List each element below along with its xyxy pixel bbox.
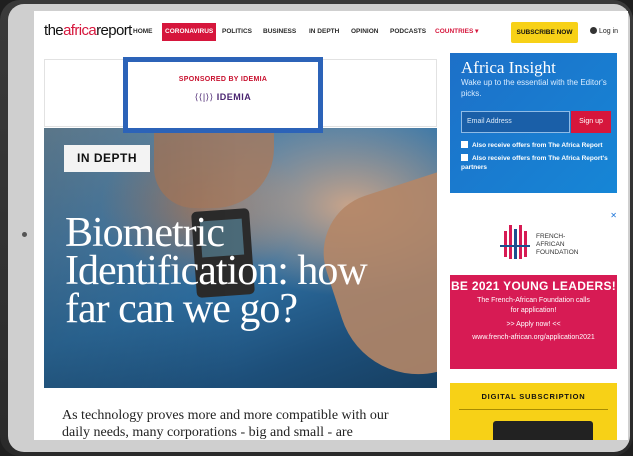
tablet-image: [493, 421, 593, 440]
ad-cta[interactable]: >> Apply now! <<: [450, 320, 617, 330]
digital-subscription-box[interactable]: DIGITAL SUBSCRIPTION: [450, 383, 617, 440]
user-icon: [590, 27, 597, 34]
nav-politics[interactable]: POLITICS: [222, 23, 252, 41]
nav-coronavirus[interactable]: CORONAVIRUS: [162, 23, 217, 41]
hero-image[interactable]: IN DEPTH Biometric Identification: how f…: [44, 128, 437, 388]
partner-offers-label: Also receive offers from The Africa Repo…: [461, 155, 608, 171]
ad-line-2: for application!: [510, 307, 557, 314]
login-label: Log in: [599, 28, 619, 35]
top-navigation: theafricareport HOME CORONAVIRUS POLITIC…: [34, 11, 628, 51]
idemia-mark-icon: ⟨⟨|⟩⟩: [194, 92, 214, 102]
ad-headline: BE 2021 YOUNG LEADERS!: [450, 279, 617, 293]
nav-business[interactable]: BUSINESS: [263, 23, 296, 41]
partner-offers-checkbox-row[interactable]: Also receive offers from The Africa Repo…: [461, 154, 611, 172]
sponsor-label: SPONSORED BY IDEMIA: [178, 76, 268, 83]
idemia-text: IDEMIA: [216, 92, 252, 102]
foundation-name: FRENCH- AFRICAN FOUNDATION: [536, 233, 579, 256]
sponsor-highlight-box: SPONSORED BY IDEMIA ⟨⟨|⟩⟩ IDEMIA: [123, 57, 323, 133]
article-teaser: As technology proves more and more compa…: [62, 408, 389, 440]
ad-banner[interactable]: BE 2021 YOUNG LEADERS! The French-Africa…: [450, 275, 617, 369]
signup-button[interactable]: Sign up: [571, 111, 611, 133]
nav-in-depth[interactable]: IN DEPTH: [309, 23, 339, 41]
site-logo[interactable]: theafricareport: [44, 22, 132, 39]
checkbox-icon[interactable]: [461, 154, 468, 161]
offers-checkbox-row[interactable]: Also receive offers from The Africa Repo…: [461, 141, 611, 150]
logo-report: report: [96, 22, 132, 39]
logo-the: the: [44, 22, 64, 39]
newsletter-title: Africa Insight: [461, 58, 556, 77]
checkbox-icon[interactable]: [461, 141, 468, 148]
section-badge: IN DEPTH: [64, 145, 150, 172]
nav-opinion[interactable]: OPINION: [351, 23, 378, 41]
newsletter-subtitle: Wake up to the essential with the Editor…: [461, 78, 607, 98]
ad-line-1: The French-African Foundation calls: [477, 297, 590, 304]
camera-icon: [22, 232, 27, 237]
advertisement[interactable]: ✕ FRENCH- AFRICAN FOUNDATION BE 2021 YOU…: [450, 211, 617, 371]
device-frame: theafricareport HOME CORONAVIRUS POLITIC…: [0, 0, 633, 456]
nav-home[interactable]: HOME: [133, 23, 153, 41]
article-title[interactable]: Biometric Identification: how far can we…: [65, 212, 395, 330]
email-field[interactable]: Email Address: [461, 111, 570, 133]
ad-url[interactable]: www.french-african.org/application2021: [450, 333, 617, 343]
idemia-logo[interactable]: ⟨⟨|⟩⟩ IDEMIA: [128, 92, 318, 103]
login-link[interactable]: Log in: [590, 23, 618, 41]
offers-label: Also receive offers from The Africa Repo…: [472, 142, 603, 149]
digital-subscription-label: DIGITAL SUBSCRIPTION: [481, 392, 586, 401]
subscribe-button[interactable]: SUBSCRIBE NOW: [511, 22, 578, 43]
nav-countries-dropdown[interactable]: COUNTRIES ▾: [435, 23, 478, 41]
nav-podcasts[interactable]: PODCASTS: [390, 23, 426, 41]
newsletter-box: Africa Insight Wake up to the essential …: [450, 53, 617, 193]
french-african-foundation-logo: [500, 225, 530, 259]
logo-africa: africa: [63, 22, 97, 39]
close-icon[interactable]: ✕: [610, 211, 617, 220]
divider: [459, 409, 608, 410]
